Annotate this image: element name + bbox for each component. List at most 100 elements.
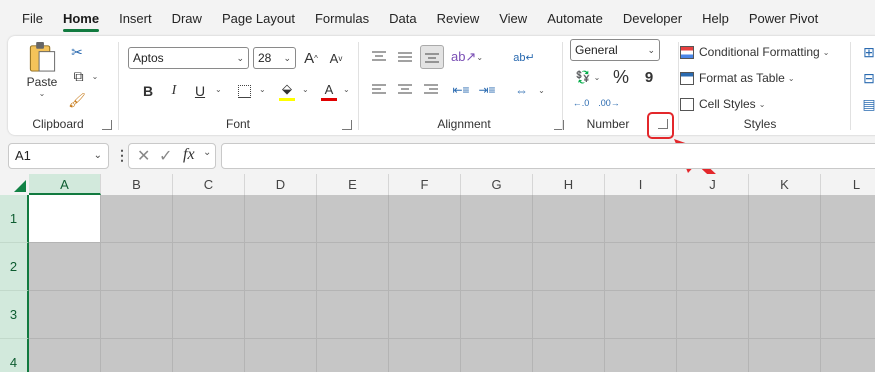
name-box[interactable]: A1 ⌄ bbox=[8, 143, 109, 169]
cell-a2[interactable] bbox=[29, 243, 101, 291]
fill-color-button[interactable]: ⬙ bbox=[276, 79, 298, 103]
cell-f4[interactable] bbox=[389, 339, 461, 372]
cell-g3[interactable] bbox=[461, 291, 533, 339]
row-header-4[interactable]: 4 bbox=[0, 339, 29, 372]
decrease-decimal-button[interactable]: .00→ bbox=[598, 92, 620, 114]
column-header-e[interactable]: E bbox=[317, 174, 389, 195]
format-as-table-button[interactable]: Format as Table ⌄ bbox=[680, 67, 842, 89]
underline-dropdown-icon[interactable]: ⌄ bbox=[215, 85, 222, 94]
cell-h1[interactable] bbox=[533, 195, 605, 243]
font-name-combo[interactable]: Aptos ⌄ bbox=[128, 47, 249, 69]
align-right-button[interactable] bbox=[420, 79, 442, 101]
cell-e4[interactable] bbox=[317, 339, 389, 372]
cell-g2[interactable] bbox=[461, 243, 533, 291]
borders-dropdown-icon[interactable]: ⌄ bbox=[259, 85, 266, 94]
tab-help[interactable]: Help bbox=[692, 0, 739, 36]
cell-f2[interactable] bbox=[389, 243, 461, 291]
tab-formulas[interactable]: Formulas bbox=[305, 0, 379, 36]
format-painter-button[interactable]: 🖌 bbox=[66, 90, 88, 110]
formula-input[interactable] bbox=[221, 143, 875, 169]
row-header-3[interactable]: 3 bbox=[0, 291, 29, 339]
cell-d4[interactable] bbox=[245, 339, 317, 372]
align-center-button[interactable] bbox=[394, 79, 416, 101]
paste-button[interactable]: Paste ⌄ bbox=[22, 40, 62, 98]
bottom-align-button[interactable] bbox=[420, 45, 444, 69]
borders-button[interactable] bbox=[234, 80, 254, 102]
cell-j1[interactable] bbox=[677, 195, 749, 243]
cell-l3[interactable] bbox=[821, 291, 875, 339]
cell-h2[interactable] bbox=[533, 243, 605, 291]
font-launcher-icon[interactable] bbox=[342, 120, 352, 130]
tab-developer[interactable]: Developer bbox=[613, 0, 692, 36]
cell-i3[interactable] bbox=[605, 291, 677, 339]
column-header-f[interactable]: F bbox=[389, 174, 461, 195]
cell-h4[interactable] bbox=[533, 339, 605, 372]
more-options-icon[interactable]: ⋮ bbox=[115, 147, 129, 164]
cell-l2[interactable] bbox=[821, 243, 875, 291]
underline-button[interactable]: U bbox=[190, 80, 210, 102]
cell-g4[interactable] bbox=[461, 339, 533, 372]
increase-decimal-button[interactable]: ←.0 bbox=[570, 92, 592, 114]
cell-i1[interactable] bbox=[605, 195, 677, 243]
copy-button[interactable]: ⧉ ⌄ bbox=[66, 66, 106, 86]
cell-c2[interactable] bbox=[173, 243, 245, 291]
bold-button[interactable]: B bbox=[138, 80, 158, 102]
number-format-combo[interactable]: General ⌄ bbox=[570, 39, 660, 61]
cell-b1[interactable] bbox=[101, 195, 173, 243]
select-all-button[interactable] bbox=[0, 174, 29, 195]
middle-align-button[interactable] bbox=[394, 46, 416, 68]
tab-page-layout[interactable]: Page Layout bbox=[212, 0, 305, 36]
tab-draw[interactable]: Draw bbox=[162, 0, 212, 36]
font-color-dropdown-icon[interactable]: ⌄ bbox=[343, 85, 350, 94]
column-header-d[interactable]: D bbox=[245, 174, 317, 195]
top-align-button[interactable] bbox=[368, 46, 390, 68]
cell-e3[interactable] bbox=[317, 291, 389, 339]
cell-j2[interactable] bbox=[677, 243, 749, 291]
column-header-c[interactable]: C bbox=[173, 174, 245, 195]
conditional-formatting-button[interactable]: Conditional Formatting ⌄ bbox=[680, 41, 842, 63]
column-header-k[interactable]: K bbox=[749, 174, 821, 195]
cell-j4[interactable] bbox=[677, 339, 749, 372]
cell-c1[interactable] bbox=[173, 195, 245, 243]
insert-function-icon[interactable]: fx bbox=[183, 146, 195, 164]
tab-insert[interactable]: Insert bbox=[109, 0, 162, 36]
cancel-entry-icon[interactable]: ✕ bbox=[137, 146, 150, 166]
column-header-j[interactable]: J bbox=[677, 174, 749, 195]
comma-style-button[interactable]: 9 bbox=[638, 66, 660, 88]
decrease-indent-button[interactable]: ⇤≡ bbox=[450, 79, 472, 101]
cut-button[interactable]: ✂ bbox=[66, 42, 88, 62]
cell-i2[interactable] bbox=[605, 243, 677, 291]
cell-d1[interactable] bbox=[245, 195, 317, 243]
cell-b3[interactable] bbox=[101, 291, 173, 339]
cell-f1[interactable] bbox=[389, 195, 461, 243]
cell-d3[interactable] bbox=[245, 291, 317, 339]
paste-dropdown-icon[interactable]: ⌄ bbox=[39, 89, 46, 98]
format-cells-icon[interactable]: ▤ bbox=[862, 93, 875, 115]
cell-a1[interactable] bbox=[29, 195, 101, 243]
delete-cells-icon[interactable]: ⊟ bbox=[862, 67, 875, 89]
cell-b4[interactable] bbox=[101, 339, 173, 372]
cell-g1[interactable] bbox=[461, 195, 533, 243]
cell-c3[interactable] bbox=[173, 291, 245, 339]
fill-color-dropdown-icon[interactable]: ⌄ bbox=[302, 85, 309, 94]
font-color-button[interactable]: A bbox=[318, 79, 340, 103]
tab-view[interactable]: View bbox=[489, 0, 537, 36]
align-left-button[interactable] bbox=[368, 79, 390, 101]
column-header-l[interactable]: L bbox=[821, 174, 875, 195]
column-header-i[interactable]: I bbox=[605, 174, 677, 195]
column-header-a[interactable]: A bbox=[29, 174, 101, 195]
italic-button[interactable]: I bbox=[164, 80, 184, 102]
cell-i4[interactable] bbox=[605, 339, 677, 372]
cell-k1[interactable] bbox=[749, 195, 821, 243]
tab-data[interactable]: Data bbox=[379, 0, 426, 36]
tab-power-pivot[interactable]: Power Pivot bbox=[739, 0, 828, 36]
column-header-h[interactable]: H bbox=[533, 174, 605, 195]
tab-file[interactable]: File bbox=[12, 0, 53, 36]
cell-b2[interactable] bbox=[101, 243, 173, 291]
font-size-combo[interactable]: 28 ⌄ bbox=[253, 47, 296, 69]
cell-k2[interactable] bbox=[749, 243, 821, 291]
decrease-font-size-button[interactable]: Av bbox=[325, 47, 347, 69]
cell-d2[interactable] bbox=[245, 243, 317, 291]
cell-f3[interactable] bbox=[389, 291, 461, 339]
row-header-1[interactable]: 1 bbox=[0, 195, 29, 243]
